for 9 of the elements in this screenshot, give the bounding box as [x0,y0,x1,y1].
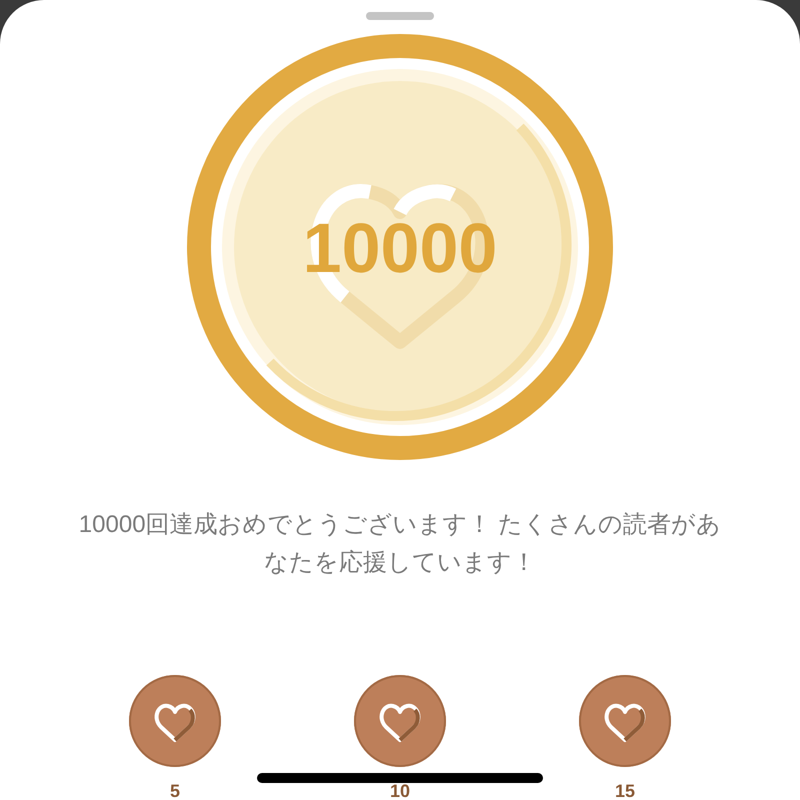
heart-badge-icon [353,674,447,768]
heart-badge-icon [578,674,672,768]
medal-count: 10000 [302,209,498,287]
sheet-grabber[interactable] [366,12,434,20]
heart-badge-icon [128,674,222,768]
badge-label: 15 [614,782,636,800]
badge-label: 5 [170,782,180,800]
congratulations-message: 10000回達成おめでとうございます！ たくさんの読者があなたを応援しています！ [78,510,722,578]
badge-label: 10 [390,782,410,800]
